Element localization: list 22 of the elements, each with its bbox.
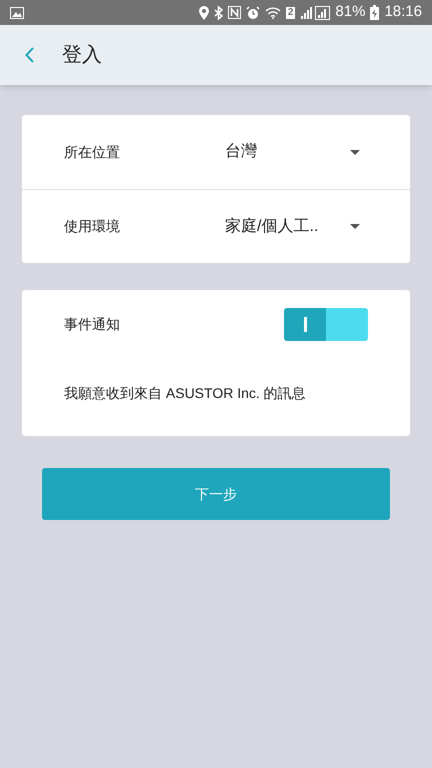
back-icon [24,47,34,63]
nfc-icon [228,6,241,19]
caret-icon [350,150,360,154]
page-title: 登入 [62,43,102,68]
setting-dropdown[interactable]: 台灣 [225,140,360,164]
wifi-icon [264,6,281,19]
battery-charging-icon [370,5,380,20]
notification-toggle[interactable] [284,308,368,341]
notification-description: 我願意收到來自 ASUSTOR Inc. 的訊息 [64,384,307,403]
notification-label: 事件通知 [64,315,120,334]
setting-label: 所在位置 [64,142,121,162]
image-icon [10,6,24,18]
location-icon [198,6,209,20]
sim-badge: 2 [286,6,296,18]
caret-icon [350,224,360,229]
bluetooth-icon [214,6,223,20]
battery-percent: 81% [335,2,366,22]
signal-icon [300,6,330,20]
alarm-icon [246,6,260,20]
clock: 18:16 [384,2,422,22]
setting-label: 使用環境 [64,217,121,236]
setting-dropdown[interactable]: 家庭/個人工.. [225,214,360,238]
